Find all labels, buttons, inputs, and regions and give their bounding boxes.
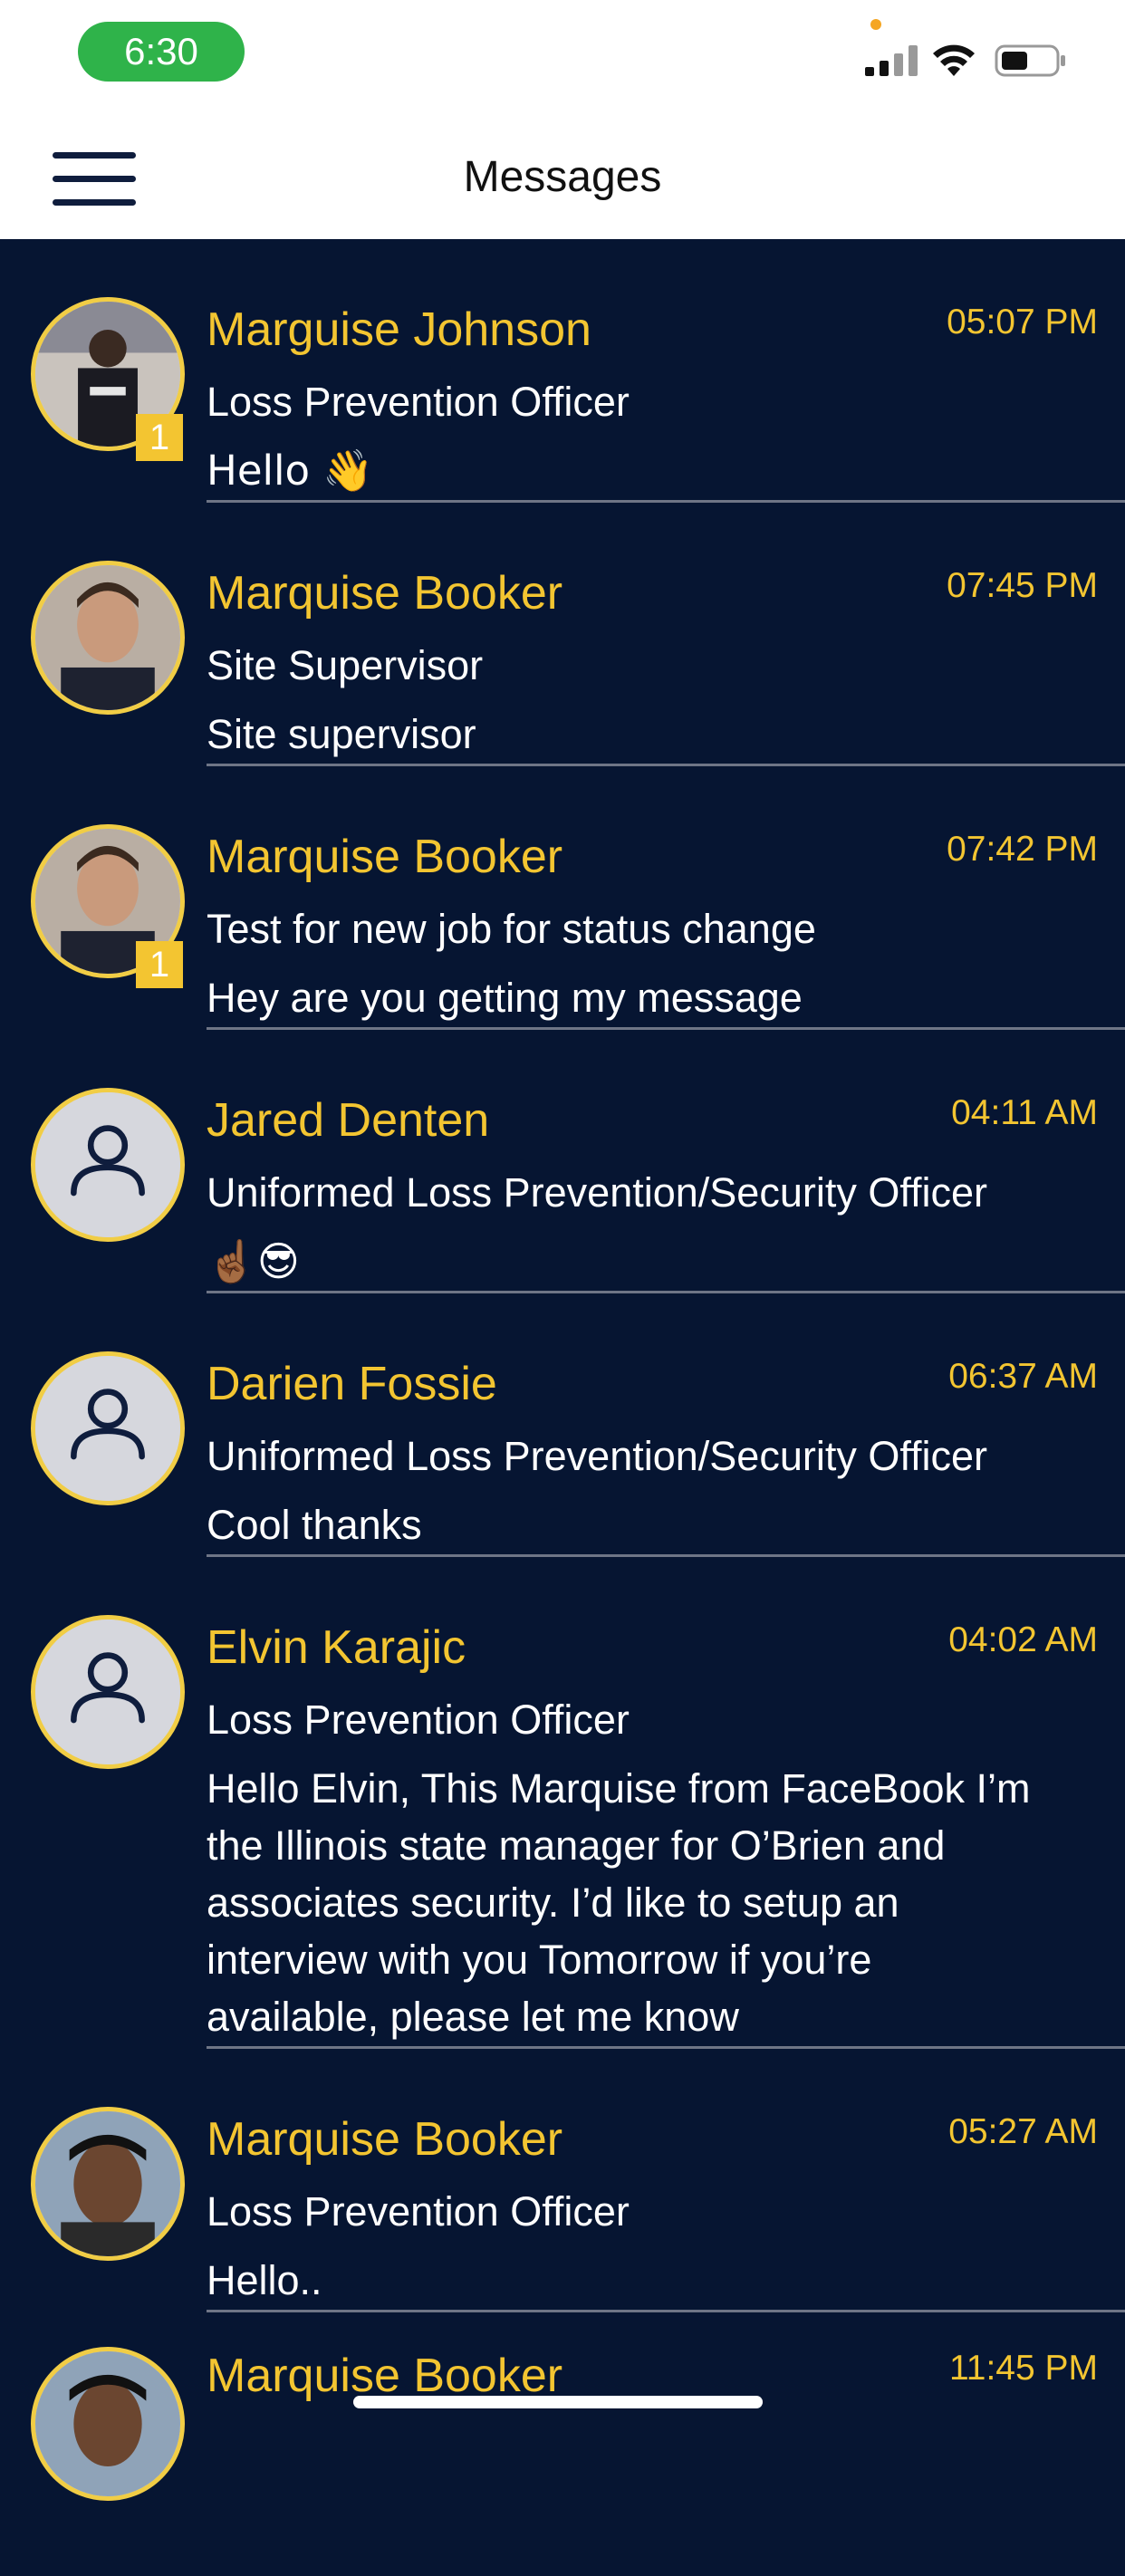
contact-role: Loss Prevention Officer — [207, 2188, 630, 2235]
conversation-row[interactable]: 1 Marguise Johnson 05:07 PM Loss Prevent… — [0, 239, 1125, 503]
contact-name: Marguise Johnson — [207, 303, 591, 356]
default-user-icon — [31, 1351, 185, 1505]
message-time: 05:07 PM — [947, 303, 1098, 341]
wifi-icon — [933, 44, 975, 76]
contact-name: Elvin Karajic — [207, 1621, 466, 1674]
avatar — [31, 2107, 185, 2261]
last-message: Site supervisor — [207, 711, 476, 757]
contact-name: Marquise Booker — [207, 2113, 563, 2166]
status-time: 6:30 — [78, 22, 245, 82]
conversation-row[interactable]: Marquise Booker 11:45 PM — [0, 2312, 1125, 2576]
last-message: ☝🏾😎 — [207, 1237, 300, 1285]
unread-badge: 1 — [136, 941, 183, 988]
conversation-row[interactable]: Marquise Booker 05:27 AM Loss Prevention… — [0, 2049, 1125, 2312]
contact-name: Marquise Booker — [207, 2350, 563, 2402]
message-time: 07:42 PM — [947, 830, 1098, 869]
contact-role: Loss Prevention Officer — [207, 379, 630, 425]
home-indicator[interactable] — [353, 2396, 763, 2408]
app-header: Messages — [0, 116, 1125, 239]
message-time: 07:45 PM — [947, 566, 1098, 605]
default-user-icon — [31, 1088, 185, 1242]
default-user-icon — [31, 1615, 185, 1769]
avatar — [31, 2347, 185, 2501]
last-message: Hey are you getting my message — [207, 975, 803, 1021]
message-time: 06:37 AM — [948, 1357, 1098, 1396]
message-time: 04:11 AM — [951, 1093, 1098, 1132]
message-time: 05:27 AM — [948, 2112, 1098, 2151]
conversation-row[interactable]: 1 Marquise Booker 07:42 PM Test for new … — [0, 766, 1125, 1030]
message-time: 11:45 PM — [948, 2349, 1098, 2388]
page-title: Messages — [463, 153, 662, 201]
status-bar: 6:30 — [0, 0, 1125, 116]
contact-name: Marquise Booker — [207, 567, 563, 620]
unread-badge: 1 — [136, 414, 183, 461]
contact-role: Site Supervisor — [207, 642, 484, 688]
contact-name: Jared Denten — [207, 1094, 490, 1147]
avatar — [31, 561, 185, 715]
contact-role: Loss Prevention Officer — [207, 1697, 630, 1743]
conversation-list: 1 Marguise Johnson 05:07 PM Loss Prevent… — [0, 239, 1125, 2576]
message-time: 04:02 AM — [948, 1620, 1098, 1659]
last-message: Cool thanks — [207, 1502, 422, 1548]
conversation-row[interactable]: Jared Denten 04:11 AM Uniformed Loss Pre… — [0, 1030, 1125, 1293]
cellular-signal-icon — [865, 45, 918, 76]
conversation-row[interactable]: Elvin Karajic 04:02 AM Loss Prevention O… — [0, 1557, 1125, 2049]
battery-icon — [995, 44, 1065, 77]
last-message: Hello Elvin, This Marquise from FaceBook… — [207, 1765, 1031, 2040]
contact-role: Uniformed Loss Prevention/Security Offic… — [207, 1433, 988, 1479]
conversation-row[interactable]: Marquise Booker 07:45 PM Site Supervisor… — [0, 503, 1125, 766]
last-message: Hello.. — [207, 2257, 322, 2303]
contact-name: Darien Fossie — [207, 1358, 497, 1410]
last-message: Hello 👋 — [207, 447, 374, 495]
contact-role: Uniformed Loss Prevention/Security Offic… — [207, 1169, 988, 1216]
conversation-row[interactable]: Darien Fossie 06:37 AM Uniformed Loss Pr… — [0, 1293, 1125, 1557]
privacy-indicator-dot — [870, 19, 881, 30]
contact-name: Marquise Booker — [207, 831, 563, 883]
contact-role: Test for new job for status change — [207, 906, 816, 952]
